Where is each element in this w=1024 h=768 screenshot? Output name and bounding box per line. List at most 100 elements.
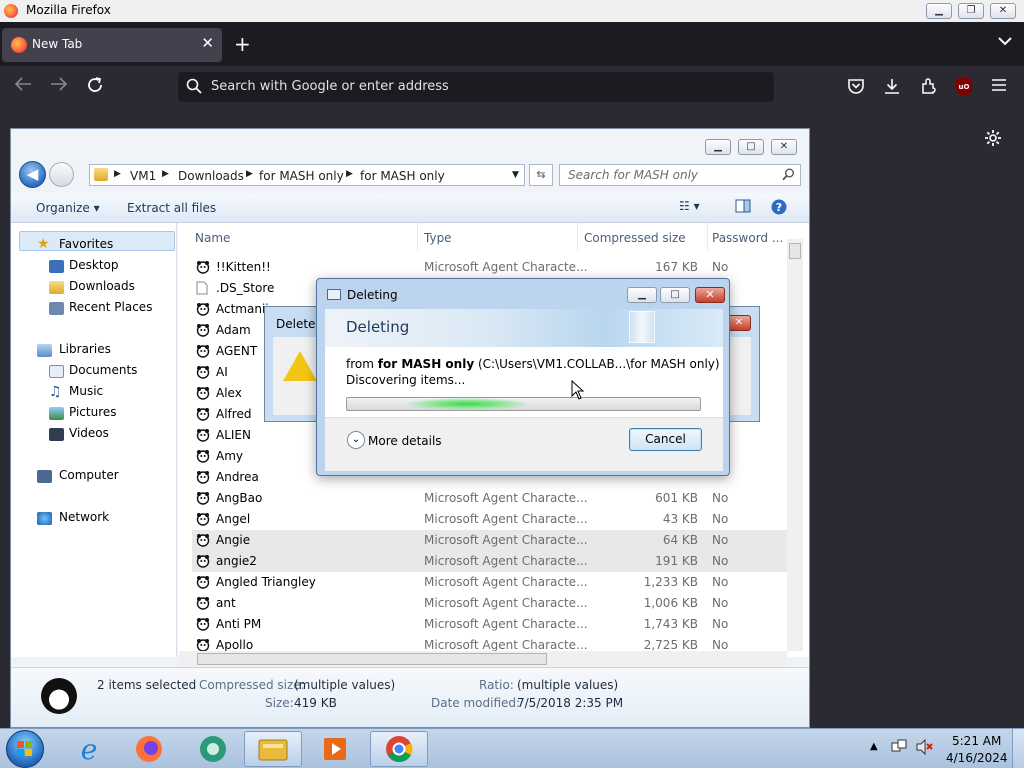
column-header-password[interactable]: Password ... bbox=[712, 223, 792, 251]
table-row[interactable]: Angled Triangley Microsoft Agent Characte… bbox=[192, 572, 795, 593]
sidebar-item-computer[interactable]: Computer bbox=[59, 468, 119, 482]
file-password: No bbox=[712, 596, 729, 610]
help-icon[interactable]: ? bbox=[771, 199, 787, 218]
start-button[interactable] bbox=[6, 730, 44, 768]
more-details-chevron-icon[interactable]: ⌄ bbox=[347, 431, 365, 449]
agent-character-file-icon bbox=[196, 512, 210, 530]
vertical-scrollbar[interactable] bbox=[787, 239, 803, 651]
taskbar: e ▲ 5:21 AM 4/16/2024 bbox=[0, 728, 1024, 768]
column-header-name[interactable]: Name bbox=[195, 223, 418, 251]
clock-date[interactable]: 4/16/2024 bbox=[946, 751, 1008, 765]
explorer-forward-button[interactable] bbox=[49, 162, 74, 187]
horizontal-scrollbar[interactable] bbox=[179, 651, 787, 667]
deleting-dialog-icon bbox=[327, 289, 341, 300]
horizontal-scroll-thumb[interactable] bbox=[197, 653, 547, 665]
explorer-maximize-button[interactable]: □ bbox=[738, 139, 764, 155]
sidebar-item-favorites[interactable]: Favorites bbox=[59, 237, 113, 251]
table-row[interactable]: Angie Microsoft Agent Characte... 64 KB No bbox=[192, 530, 795, 551]
sidebar-item-documents[interactable]: Documents bbox=[69, 363, 137, 377]
recycle-bin-graphic bbox=[629, 311, 655, 343]
ublock-origin-icon[interactable]: uO bbox=[956, 78, 972, 96]
minimize-button[interactable]: ▁ bbox=[926, 3, 952, 19]
taskbar-firefox[interactable] bbox=[120, 731, 178, 767]
downloads-icon[interactable] bbox=[883, 77, 903, 97]
crumb-separator[interactable]: ▶ bbox=[246, 169, 253, 179]
table-row[interactable]: ant Microsoft Agent Characte... 1,006 KB No bbox=[192, 593, 795, 614]
gear-icon[interactable] bbox=[984, 129, 1002, 150]
taskbar-media-app[interactable] bbox=[184, 731, 242, 767]
tab-new-tab[interactable]: New Tab ✕ bbox=[2, 28, 222, 62]
deleting-maximize-button[interactable]: □ bbox=[660, 287, 690, 303]
pocket-icon[interactable] bbox=[847, 77, 867, 97]
taskbar-internet-explorer[interactable]: e bbox=[60, 731, 118, 767]
breadcrumb-for-mash-only-2[interactable]: for MASH only bbox=[360, 169, 445, 183]
url-bar[interactable]: Search with Google or enter address bbox=[178, 72, 774, 102]
crumb-separator[interactable]: ▶ bbox=[162, 169, 169, 179]
show-desktop-button[interactable] bbox=[1012, 729, 1024, 768]
table-row[interactable]: Anti PM Microsoft Agent Characte... 1,743 … bbox=[192, 614, 795, 635]
network-tray-icon[interactable] bbox=[891, 739, 907, 758]
back-icon[interactable] bbox=[14, 76, 32, 97]
deleting-footer: ⌄ More details Cancel bbox=[325, 417, 723, 471]
reload-icon[interactable] bbox=[86, 76, 104, 99]
progress-marquee bbox=[407, 398, 527, 410]
cancel-button[interactable]: Cancel bbox=[629, 428, 702, 451]
sidebar-item-pictures[interactable]: Pictures bbox=[69, 405, 117, 419]
address-dropdown-icon[interactable]: ▼ bbox=[512, 170, 519, 180]
restore-button[interactable]: ❐ bbox=[958, 3, 984, 19]
sidebar-item-recent-places[interactable]: Recent Places bbox=[69, 300, 152, 314]
deleting-minimize-button[interactable]: ▁ bbox=[627, 287, 657, 303]
breadcrumb-for-mash-only[interactable]: for MASH only bbox=[259, 169, 344, 183]
column-header-compressed-size[interactable]: Compressed size bbox=[584, 223, 708, 251]
explorer-back-button[interactable]: ◀ bbox=[19, 161, 46, 188]
deleting-close-button[interactable]: ✕ bbox=[695, 287, 725, 303]
breadcrumb[interactable]: ▶ VM1 ▶ Downloads ▶ for MASH only ▶ for … bbox=[89, 164, 525, 186]
view-options-icon[interactable]: ☷ ▾ bbox=[679, 199, 700, 213]
explorer-close-button[interactable]: ✕ bbox=[771, 139, 797, 155]
table-row[interactable]: angie2 Microsoft Agent Characte... 191 KB N… bbox=[192, 551, 795, 572]
refresh-icon[interactable]: ⇆ bbox=[529, 164, 553, 186]
extract-all-button[interactable]: Extract all files bbox=[127, 201, 216, 215]
breadcrumb-vm1[interactable]: VM1 bbox=[130, 169, 156, 183]
file-name: .DS_Store bbox=[216, 281, 275, 295]
crumb-separator[interactable]: ▶ bbox=[114, 169, 121, 179]
clock-time[interactable]: 5:21 AM bbox=[952, 734, 1001, 748]
delete-confirm-close-button[interactable]: ✕ bbox=[727, 315, 751, 331]
volume-muted-icon[interactable] bbox=[915, 738, 933, 758]
taskbar-chrome[interactable] bbox=[370, 731, 428, 767]
list-all-tabs-icon[interactable] bbox=[998, 34, 1012, 50]
new-tab-button[interactable]: + bbox=[234, 32, 251, 56]
sidebar-item-libraries[interactable]: Libraries bbox=[59, 342, 111, 356]
taskbar-media-player[interactable] bbox=[306, 731, 364, 767]
sidebar-item-downloads[interactable]: Downloads bbox=[69, 279, 135, 293]
vertical-scroll-thumb[interactable] bbox=[789, 243, 801, 259]
preview-pane-icon[interactable] bbox=[735, 199, 751, 216]
organize-label: Organize bbox=[36, 201, 90, 215]
organize-button[interactable]: Organize ▾ bbox=[36, 201, 100, 215]
sidebar-item-desktop[interactable]: Desktop bbox=[69, 258, 119, 272]
more-details-button[interactable]: More details bbox=[368, 434, 442, 448]
breadcrumb-downloads[interactable]: Downloads bbox=[178, 169, 244, 183]
compressed-size-value: (multiple values) bbox=[294, 678, 396, 692]
taskbar-windows-explorer[interactable] bbox=[244, 731, 302, 767]
sidebar-item-network[interactable]: Network bbox=[59, 510, 109, 524]
sidebar-item-videos[interactable]: Videos bbox=[69, 426, 109, 440]
forward-icon[interactable] bbox=[50, 76, 68, 97]
table-row[interactable]: !!Kitten!! Microsoft Agent Characte... 167… bbox=[192, 257, 795, 278]
close-button[interactable]: ✕ bbox=[990, 3, 1016, 19]
explorer-minimize-button[interactable]: ▁ bbox=[705, 139, 731, 155]
table-row[interactable]: AngBao Microsoft Agent Characte... 601 KB N… bbox=[192, 488, 795, 509]
explorer-search-input[interactable]: Search for MASH only bbox=[559, 164, 801, 186]
sidebar-item-music[interactable]: Music bbox=[69, 384, 103, 398]
tab-close-icon[interactable]: ✕ bbox=[201, 34, 214, 52]
extensions-icon[interactable] bbox=[920, 77, 940, 97]
tab-strip: New Tab ✕ + bbox=[0, 22, 1024, 66]
file-type: Microsoft Agent Characte... bbox=[424, 491, 588, 505]
crumb-separator[interactable]: ▶ bbox=[346, 169, 353, 179]
menu-hamburger-icon[interactable] bbox=[991, 77, 1011, 97]
file-password: No bbox=[712, 260, 729, 274]
table-row[interactable]: Angel Microsoft Agent Characte... 43 KB No bbox=[192, 509, 795, 530]
column-header-type[interactable]: Type bbox=[424, 223, 578, 251]
explorer-caption: ▁ □ ✕ bbox=[11, 129, 809, 157]
show-hidden-icons[interactable]: ▲ bbox=[870, 741, 878, 752]
